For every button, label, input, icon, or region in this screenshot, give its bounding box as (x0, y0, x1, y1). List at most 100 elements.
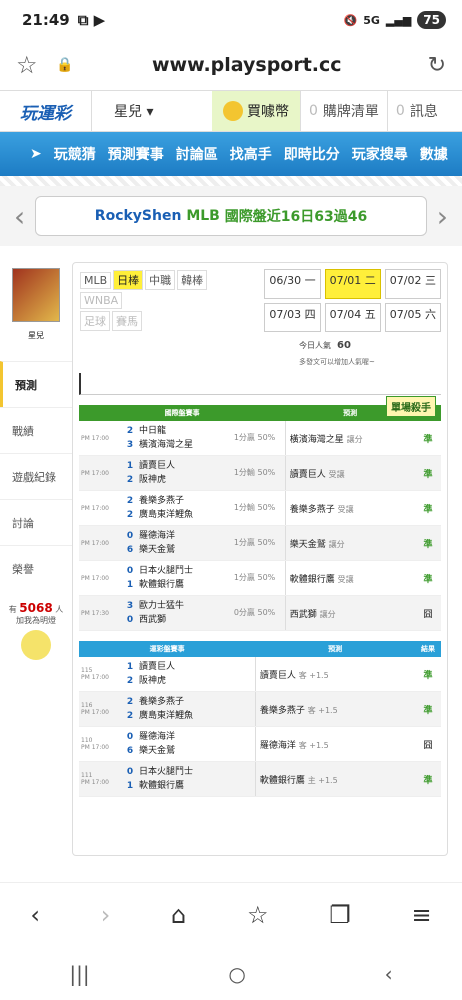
msg-label: 訊息 (409, 104, 438, 120)
forward-icon[interactable]: › (101, 901, 111, 929)
date-0630[interactable]: 06/30 一 (264, 269, 321, 299)
bookmark-star-icon[interactable]: ☆ (16, 51, 56, 79)
status-input[interactable] (79, 373, 441, 395)
pick-cell: 養樂多燕子 客 +1.5 (254, 691, 415, 727)
league-npb[interactable]: 日棒 (113, 270, 144, 290)
spacer (277, 455, 286, 491)
pick-team: 軟體銀行鷹 (259, 775, 305, 786)
result-badge: 準 (415, 560, 441, 596)
game-teams: 讀賣巨人 阪神虎 (137, 657, 247, 692)
pick-cell: 樂天金鷲 讓分 (284, 525, 415, 561)
menu-item-experts[interactable]: 找高手 (230, 144, 272, 164)
filters: MLB 日棒 中職 韓棒 WNBA 足球 賽馬 06/30 一 07/01 二 07/0… (79, 269, 441, 332)
back-icon[interactable]: ‹ (30, 901, 40, 929)
user-menu[interactable]: 星兒 ▾ (92, 101, 212, 121)
bookmarks-icon[interactable]: ☆ (247, 901, 269, 929)
league-horse[interactable]: 賽馬 (112, 311, 142, 331)
messages-link[interactable]: 0 訊息 (386, 91, 446, 131)
lock-icon[interactable]: 🔒 (56, 57, 86, 73)
score-home: 1 (126, 781, 134, 791)
score-away: 0 (126, 732, 134, 742)
date-0702[interactable]: 07/02 三 (384, 269, 441, 299)
score-home: 0 (126, 615, 134, 625)
game-time: PM 17:00 (81, 744, 109, 751)
tab-honor[interactable]: 榮譽 (0, 545, 72, 591)
home-button-icon[interactable]: ○ (228, 962, 245, 986)
menu-item-search[interactable]: 玩家搜尋 (352, 144, 408, 164)
game-teams: 養樂多燕子 廣島東洋鯉魚 (137, 691, 247, 727)
system-back-icon[interactable]: ‹ (385, 962, 393, 986)
menu-item-guess[interactable]: 玩競猜 (54, 144, 96, 164)
table-row[interactable]: 111 PM 17:00 0 1 日本火腿鬥士 軟體銀行鷹 軟體銀行鷹 主 +1.5 準 (79, 761, 441, 797)
avatar[interactable] (12, 268, 60, 322)
league-cpbl[interactable]: 中職 (145, 270, 176, 290)
chevron-left-icon[interactable]: ‹ (14, 200, 25, 233)
cart-link[interactable]: 0 購牌清單 (300, 91, 387, 131)
home-icon[interactable]: ⌂ (171, 901, 186, 929)
url-text[interactable]: www.playsport.cc (86, 54, 428, 76)
menu-item-predict[interactable]: 預測賽事 (108, 144, 164, 164)
table-row[interactable]: PM 17:00 2 3 中日龍 橫濱海灣之星 1分贏 50% 橫濱海灣之星 讓分準 (79, 421, 441, 456)
buy-coin-button[interactable]: 買噱幣 (212, 91, 300, 131)
date-0705[interactable]: 07/05 六 (384, 302, 441, 332)
menu-arrow-icon: ➤ (30, 146, 42, 162)
team-home: 軟體銀行鷹 (139, 781, 185, 791)
banner-message[interactable]: RockyShen MLB 國際盤近16日63過46 (35, 196, 427, 236)
team-home: 樂天金鷲 (139, 545, 176, 555)
game-time: PM 17:00 (79, 490, 123, 526)
chevron-right-icon[interactable]: › (437, 200, 448, 233)
banner-text: 國際盤近16日63過46 (224, 209, 368, 225)
reload-icon[interactable]: ↻ (428, 53, 446, 78)
table-row[interactable]: 115 PM 17:00 1 2 讀賣巨人 阪神虎 讀賣巨人 客 +1.5 準 (79, 657, 441, 692)
signal-icon: ▂▄▆ (385, 13, 412, 27)
cart-label: 購牌清單 (322, 104, 379, 120)
tab-predict[interactable]: 預測 (0, 361, 72, 407)
tw-table: 運彩盤賽事 預測 結果 115 PM 17:00 1 2 讀賣巨人 阪神虎 讀賣巨人 客 +… (79, 641, 441, 797)
pop-value: 60 (337, 340, 351, 351)
pick-cell: 橫濱海灣之星 讓分 (284, 421, 415, 456)
menu-item-live[interactable]: 即時比分 (284, 144, 340, 164)
league-mlb[interactable]: MLB (80, 272, 112, 289)
score-away: 2 (126, 697, 134, 707)
result-badge: 準 (415, 761, 441, 797)
table-row[interactable]: 110 PM 17:00 0 6 羅德海洋 樂天金鷲 羅德海洋 客 +1.5 囧 (79, 726, 441, 762)
game-teams: 羅德海洋 樂天金鷲 (137, 525, 232, 561)
fan-prefix: 有 (8, 605, 17, 614)
tab-record[interactable]: 戰績 (0, 407, 72, 453)
game-odds: 1分贏 50% (231, 421, 278, 456)
pick-note: 客 +1.5 (298, 670, 329, 680)
today-popularity: 今日人氣 60 (299, 340, 441, 351)
spacer (246, 761, 256, 797)
date-0704[interactable]: 07/04 五 (324, 302, 381, 332)
tabs-icon[interactable]: ❐ (329, 901, 351, 929)
recent-apps-icon[interactable]: ||| (69, 962, 89, 986)
menu-icon[interactable]: ≡ (412, 901, 432, 929)
fan-number: 5068 (19, 601, 53, 615)
pop-label: 今日人氣 (299, 341, 331, 350)
table-row[interactable]: PM 17:30 3 0 歐力士猛牛 西武獅 0分贏 50% 西武獅 讓分囧 (79, 595, 441, 631)
menu-item-forum[interactable]: 討論區 (176, 144, 218, 164)
date-0703[interactable]: 07/03 四 (264, 302, 321, 332)
table-row[interactable]: PM 17:00 0 1 日本火腿鬥士 軟體銀行鷹 1分贏 50% 軟體銀行鷹 受讓準 (79, 560, 441, 596)
site-logo[interactable]: 玩運彩 (0, 91, 92, 131)
table-row[interactable]: PM 17:00 0 6 羅德海洋 樂天金鷲 1分贏 50% 樂天金鷲 讓分準 (79, 525, 441, 561)
fan-count[interactable]: 有 5068 人 加我為明燈 (4, 601, 68, 660)
pick-note: 讓分 (328, 539, 345, 549)
league-kbo[interactable]: 韓棒 (177, 270, 208, 290)
announcement-banner: ‹ RockyShen MLB 國際盤近16日63過46 › (0, 186, 462, 246)
game-odds: 1分贏 50% (231, 560, 278, 596)
table-row[interactable]: 116 PM 17:00 2 2 養樂多燕子 廣島東洋鯉魚 養樂多燕子 客 +1.5 準 (79, 691, 441, 727)
spacer (277, 525, 286, 561)
tab-discussion[interactable]: 討論 (0, 499, 72, 545)
table-row[interactable]: PM 17:00 1 2 讀賣巨人 阪神虎 1分輸 50% 讀賣巨人 受讓準 (79, 455, 441, 491)
browser-toolbar: ‹ › ⌂ ☆ ❐ ≡ (0, 882, 462, 946)
date-0701[interactable]: 07/01 二 (324, 269, 381, 299)
league-wnba[interactable]: WNBA (80, 292, 123, 309)
menu-item-data[interactable]: 數據 (420, 144, 448, 164)
tab-game-log[interactable]: 遊戲紀錄 (0, 453, 72, 499)
result-badge: 準 (415, 691, 441, 727)
league-soccer[interactable]: 足球 (80, 311, 110, 331)
table-row[interactable]: PM 17:00 2 2 養樂多燕子 廣島東洋鯉魚 1分輸 50% 養樂多燕子 受讓準 (79, 490, 441, 526)
score-away: 0 (126, 767, 134, 777)
team-home: 阪神虎 (139, 676, 167, 686)
